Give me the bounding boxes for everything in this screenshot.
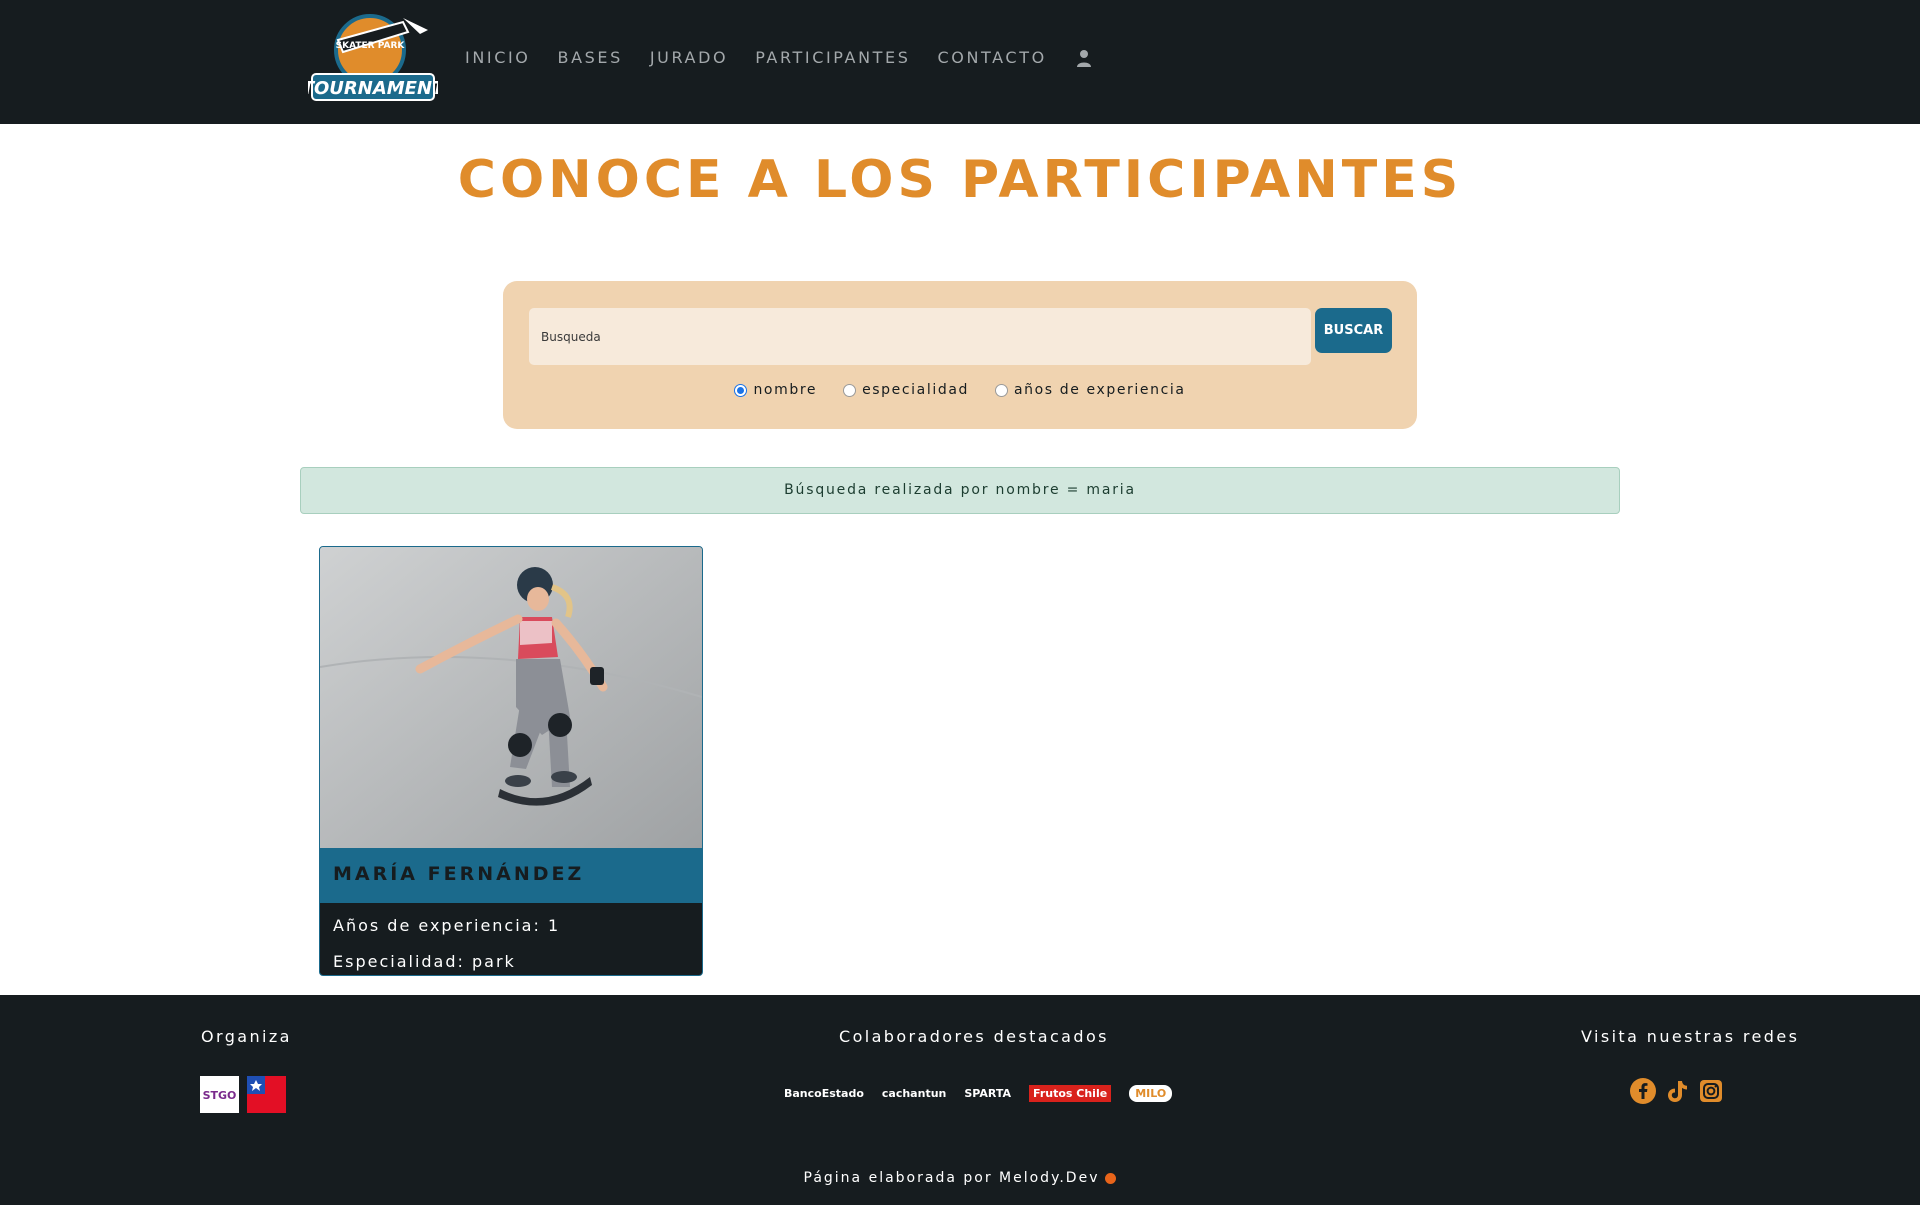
- user-icon[interactable]: [1076, 49, 1092, 67]
- gobierno-de-chile-logo[interactable]: [247, 1076, 286, 1113]
- navbar: TOURNAMENT SKATER PARK INICIO BASES JURA…: [0, 0, 1920, 124]
- radio-button[interactable]: [843, 383, 857, 397]
- radio-button-checked[interactable]: [734, 383, 748, 397]
- radio-button[interactable]: [994, 383, 1008, 397]
- radio-option-experiencia[interactable]: años de experiencia: [994, 382, 1186, 398]
- social-links: [1630, 1078, 1732, 1104]
- participant-experience: Años de experiencia: 1: [333, 916, 561, 935]
- frutos-chile-logo[interactable]: Frutos Chile: [1029, 1085, 1112, 1102]
- participant-name: MARÍA FERNÁNDEZ: [320, 848, 702, 903]
- footer-credit: Página elaborada por Melody.Dev: [0, 1170, 1920, 1186]
- credit-text: Página elaborada por Melody.Dev: [803, 1170, 1100, 1186]
- stgo-logo[interactable]: STGO: [200, 1076, 239, 1113]
- tiktok-icon[interactable]: [1664, 1078, 1690, 1104]
- search-filter-options: nombre especialidad años de experiencia: [503, 382, 1417, 398]
- nav-item-participantes[interactable]: PARTICIPANTES: [755, 48, 910, 67]
- radio-label: especialidad: [862, 382, 969, 398]
- svg-text:SKATER PARK: SKATER PARK: [336, 41, 406, 51]
- nav-item-contacto[interactable]: CONTACTO: [938, 48, 1047, 67]
- radio-label: años de experiencia: [1013, 382, 1186, 398]
- participant-specialty: Especialidad: park: [333, 952, 516, 971]
- radio-option-especialidad[interactable]: especialidad: [843, 382, 969, 398]
- footer: Organiza STGO Colaboradores destacados B…: [0, 995, 1920, 1205]
- collaborator-logos: BancoEstado cachantun SPARTA Frutos Chil…: [784, 1085, 1190, 1102]
- search-input[interactable]: [529, 308, 1311, 365]
- organizer-logos: STGO: [200, 1076, 294, 1113]
- svg-text:STGO: STGO: [203, 1089, 237, 1102]
- cachantun-logo[interactable]: cachantun: [882, 1087, 946, 1100]
- main-nav: INICIO BASES JURADO PARTICIPANTES CONTAC…: [465, 48, 1092, 67]
- bancoestado-logo[interactable]: BancoEstado: [784, 1087, 864, 1100]
- instagram-icon[interactable]: [1698, 1078, 1724, 1104]
- footer-heading-redes: Visita nuestras redes: [1581, 1027, 1800, 1046]
- search-panel: BUSCAR nombre especialidad años de exper…: [503, 281, 1417, 429]
- footer-heading-colaboradores: Colaboradores destacados: [839, 1027, 1109, 1046]
- participant-photo: [320, 547, 702, 848]
- search-button[interactable]: BUSCAR: [1315, 308, 1392, 353]
- orange-fruit-icon: [1105, 1172, 1117, 1184]
- milo-logo[interactable]: MILO: [1129, 1085, 1173, 1102]
- page-title: CONOCE A LOS PARTICIPANTES: [457, 150, 1463, 210]
- nav-item-inicio[interactable]: INICIO: [465, 48, 531, 67]
- tournament-logo[interactable]: TOURNAMENT SKATER PARK: [302, 10, 446, 114]
- search-result-alert: Búsqueda realizada por nombre = maria: [300, 467, 1620, 514]
- facebook-icon[interactable]: [1630, 1078, 1656, 1104]
- radio-label: nombre: [753, 382, 818, 398]
- nav-item-bases[interactable]: BASES: [558, 48, 623, 67]
- nav-item-jurado[interactable]: JURADO: [650, 48, 728, 67]
- participant-card[interactable]: MARÍA FERNÁNDEZ Años de experiencia: 1 E…: [319, 546, 703, 976]
- footer-heading-organiza: Organiza: [201, 1027, 292, 1046]
- radio-option-nombre[interactable]: nombre: [734, 382, 817, 398]
- sparta-logo[interactable]: SPARTA: [964, 1087, 1011, 1100]
- svg-text:TOURNAMENT: TOURNAMENT: [308, 78, 438, 99]
